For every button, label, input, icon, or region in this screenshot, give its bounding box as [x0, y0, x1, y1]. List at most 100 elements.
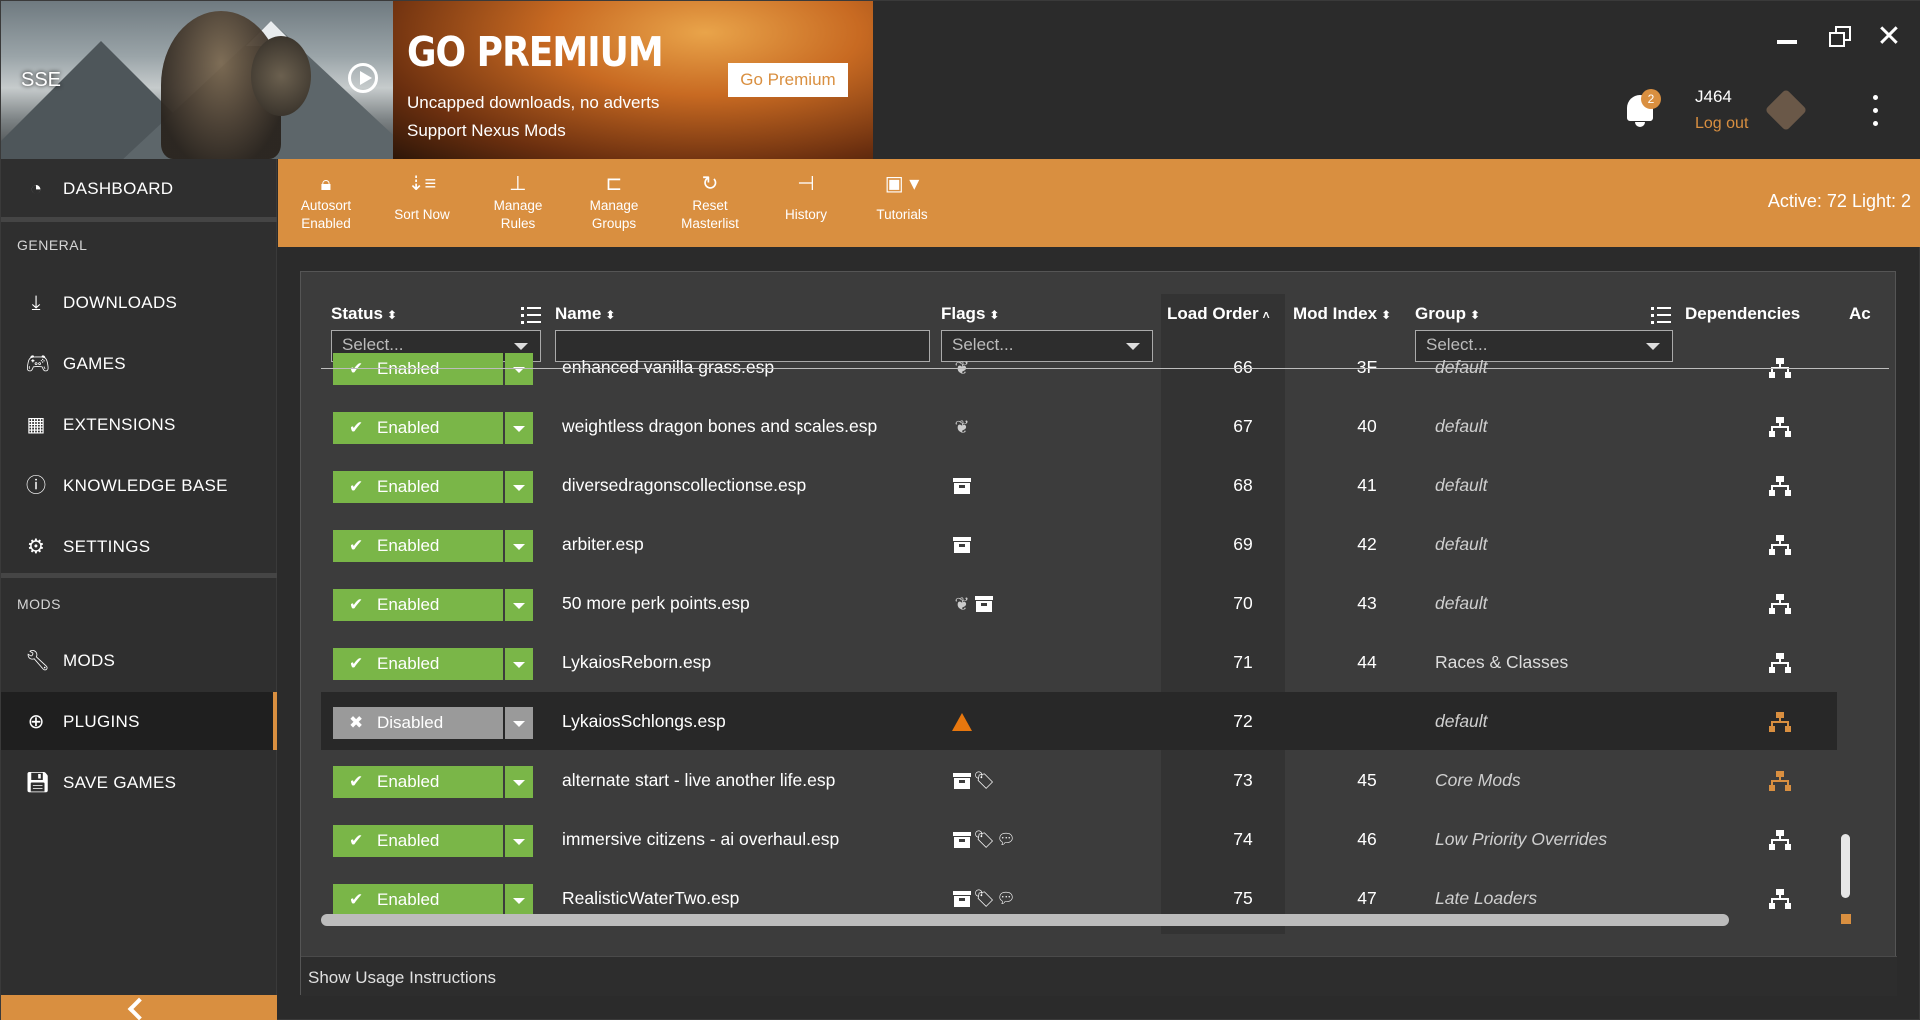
minimize-icon[interactable] — [1769, 19, 1805, 55]
sidebar-item-dashboard[interactable]: ◔ DASHBOARD — [1, 159, 277, 217]
scroll-corner — [1841, 914, 1851, 924]
history-icon: ⊣ — [797, 173, 815, 195]
table-row[interactable]: ✔ Enabled weightless dragon bones and scal… — [321, 397, 1837, 455]
go-premium-button[interactable]: Go Premium — [728, 63, 848, 97]
toolbar: 🔒︎ Autosort Enabled ⇣≡ Sort Now ⊥ Manage… — [278, 159, 1920, 247]
status-dropdown-button[interactable] — [505, 412, 533, 444]
table-row[interactable]: ✔ Enabled LykaiosReborn.esp 71 44 Races & Cla… — [321, 633, 1837, 691]
table-row[interactable]: ✔ Enabled enhanced vanilla grass.esp ❦ 66 3F d… — [321, 338, 1837, 396]
plugin-name: diversedragonscollectionse.esp — [562, 475, 807, 495]
status-dropdown-button[interactable] — [505, 353, 533, 385]
sidebar-item-games[interactable]: 🎮︎ GAMES — [1, 334, 277, 392]
manage-rules-button[interactable]: ⊥ Manage Rules — [470, 171, 566, 241]
dependencies-icon[interactable] — [1769, 476, 1791, 496]
status-toggle-button[interactable]: ✔ Enabled — [333, 884, 503, 916]
section-label-general: GENERAL — [17, 237, 88, 253]
status-toggle-button[interactable]: ✔ Enabled — [333, 766, 503, 798]
restore-icon[interactable] — [1821, 19, 1857, 55]
autosort-label-line2: Enabled — [301, 216, 351, 231]
sidebar-item-plugins[interactable]: ⊕ PLUGINS — [1, 692, 277, 750]
message-flag-icon: 💬︎ — [996, 831, 1016, 848]
group-value[interactable]: default — [1435, 534, 1488, 555]
table-row[interactable]: ✔ Enabled immersive citizens - ai overhaul… — [321, 810, 1837, 868]
tutorials-button[interactable]: ▣ ▾ Tutorials — [854, 171, 950, 241]
dependencies-icon[interactable] — [1769, 830, 1791, 850]
dependencies-icon[interactable] — [1769, 771, 1791, 791]
dependencies-icon[interactable] — [1769, 653, 1791, 673]
collapse-sidebar-button[interactable] — [1, 995, 277, 1020]
avatar[interactable] — [1764, 88, 1808, 132]
master-flag-icon — [951, 829, 973, 851]
dependencies-icon[interactable] — [1769, 712, 1791, 732]
status-dropdown-button[interactable] — [505, 825, 533, 857]
status-toggle-button[interactable]: ✔ Enabled — [333, 648, 503, 680]
group-value[interactable]: Races & Classes — [1435, 652, 1568, 673]
sidebar-item-extensions[interactable]: ▦ EXTENSIONS — [1, 395, 277, 453]
sort-now-button[interactable]: ⇣≡ Sort Now — [374, 171, 470, 241]
game-banner[interactable]: SSE — [1, 1, 393, 159]
mod-index-value: 42 — [1357, 534, 1377, 554]
group-value[interactable]: default — [1435, 475, 1488, 496]
show-usage-instructions-link[interactable]: Show Usage Instructions — [308, 968, 496, 988]
status-toggle-button[interactable]: ✔ Enabled — [333, 825, 503, 857]
plugin-flags: ❦ — [951, 593, 995, 615]
sidebar-item-knowledge-base[interactable]: ⓘ KNOWLEDGE BASE — [1, 456, 277, 514]
sidebar-item-downloads[interactable]: ⤓ DOWNLOADS — [1, 273, 277, 331]
status-dropdown-button[interactable] — [505, 707, 533, 739]
dependencies-icon[interactable] — [1769, 594, 1791, 614]
bell-icon[interactable]: 2 — [1623, 89, 1661, 129]
table-row[interactable]: ✔ Enabled arbiter.esp 69 42 default — [321, 515, 1837, 573]
group-value[interactable]: Low Priority Overrides — [1435, 829, 1607, 850]
status-toggle-button[interactable]: ✔ Enabled — [333, 353, 503, 385]
table-row[interactable]: ✔ Enabled diversedragonscollectionse.esp 68… — [321, 456, 1837, 514]
sidebar-item-mods[interactable]: 🔧︎ MODS — [1, 631, 277, 689]
status-dropdown-button[interactable] — [505, 589, 533, 621]
mod-index-value: 45 — [1357, 770, 1377, 790]
status-label: Enabled — [377, 772, 440, 791]
plugin-flags — [951, 534, 973, 556]
table-row[interactable]: ✔ Enabled alternate start - live another l… — [321, 751, 1837, 809]
reset-masterlist-line2: Masterlist — [681, 216, 739, 231]
reset-masterlist-line1: Reset — [692, 198, 728, 213]
dependencies-icon[interactable] — [1769, 535, 1791, 555]
mod-index-value: 40 — [1357, 416, 1377, 436]
status-dropdown-button[interactable] — [505, 766, 533, 798]
status-label: Enabled — [377, 890, 440, 909]
manage-groups-button[interactable]: ⊏ Manage Groups — [566, 171, 662, 241]
master-flag-icon — [951, 770, 973, 792]
group-value[interactable]: Core Mods — [1435, 770, 1521, 791]
sidebar-item-settings[interactable]: ⚙ SETTINGS — [1, 517, 277, 575]
reset-masterlist-button[interactable]: ↻ Reset Masterlist — [662, 171, 758, 241]
horizontal-scrollbar[interactable] — [321, 914, 1729, 926]
group-value[interactable]: Late Loaders — [1435, 888, 1537, 909]
group-value[interactable]: default — [1435, 416, 1488, 437]
autosort-button[interactable]: 🔒︎ Autosort Enabled — [278, 171, 374, 241]
sidebar-item-label: DASHBOARD — [63, 179, 174, 198]
load-order-value: 69 — [1233, 534, 1253, 554]
history-button[interactable]: ⊣ History — [758, 171, 854, 241]
play-icon[interactable] — [348, 63, 378, 93]
vertical-scrollbar-thumb[interactable] — [1841, 834, 1850, 898]
status-toggle-button[interactable]: ✖ Disabled — [333, 707, 503, 739]
group-value[interactable]: default — [1435, 593, 1488, 614]
plugin-rows: ✔ Enabled enhanced vanilla grass.esp ❦ 66 3F d… — [301, 272, 1897, 934]
status-dropdown-button[interactable] — [505, 884, 533, 916]
status-toggle-button[interactable]: ✔ Enabled — [333, 471, 503, 503]
logout-link[interactable]: Log out — [1695, 115, 1748, 133]
status-dropdown-button[interactable] — [505, 471, 533, 503]
table-row[interactable]: ✔ Enabled 50 more perk points.esp ❦ 70 43 defa… — [321, 574, 1837, 632]
status-dropdown-button[interactable] — [505, 530, 533, 562]
table-row[interactable]: ✖ Disabled LykaiosSchlongs.esp 72 default — [321, 692, 1837, 750]
status-toggle-button[interactable]: ✔ Enabled — [333, 412, 503, 444]
group-value[interactable]: default — [1435, 711, 1488, 732]
status-dropdown-button[interactable] — [505, 648, 533, 680]
status-toggle-button[interactable]: ✔ Enabled — [333, 530, 503, 562]
plugin-name: alternate start - live another life.esp — [562, 770, 836, 790]
dependencies-icon[interactable] — [1769, 417, 1791, 437]
close-icon[interactable]: ✕ — [1871, 19, 1907, 55]
sidebar-item-save-games[interactable]: 💾︎ SAVE GAMES — [1, 753, 277, 811]
status-toggle-button[interactable]: ✔ Enabled — [333, 589, 503, 621]
dependencies-icon[interactable] — [1769, 889, 1791, 909]
check-icon: ✔ — [349, 772, 364, 791]
more-vertical-icon[interactable] — [1869, 95, 1881, 127]
